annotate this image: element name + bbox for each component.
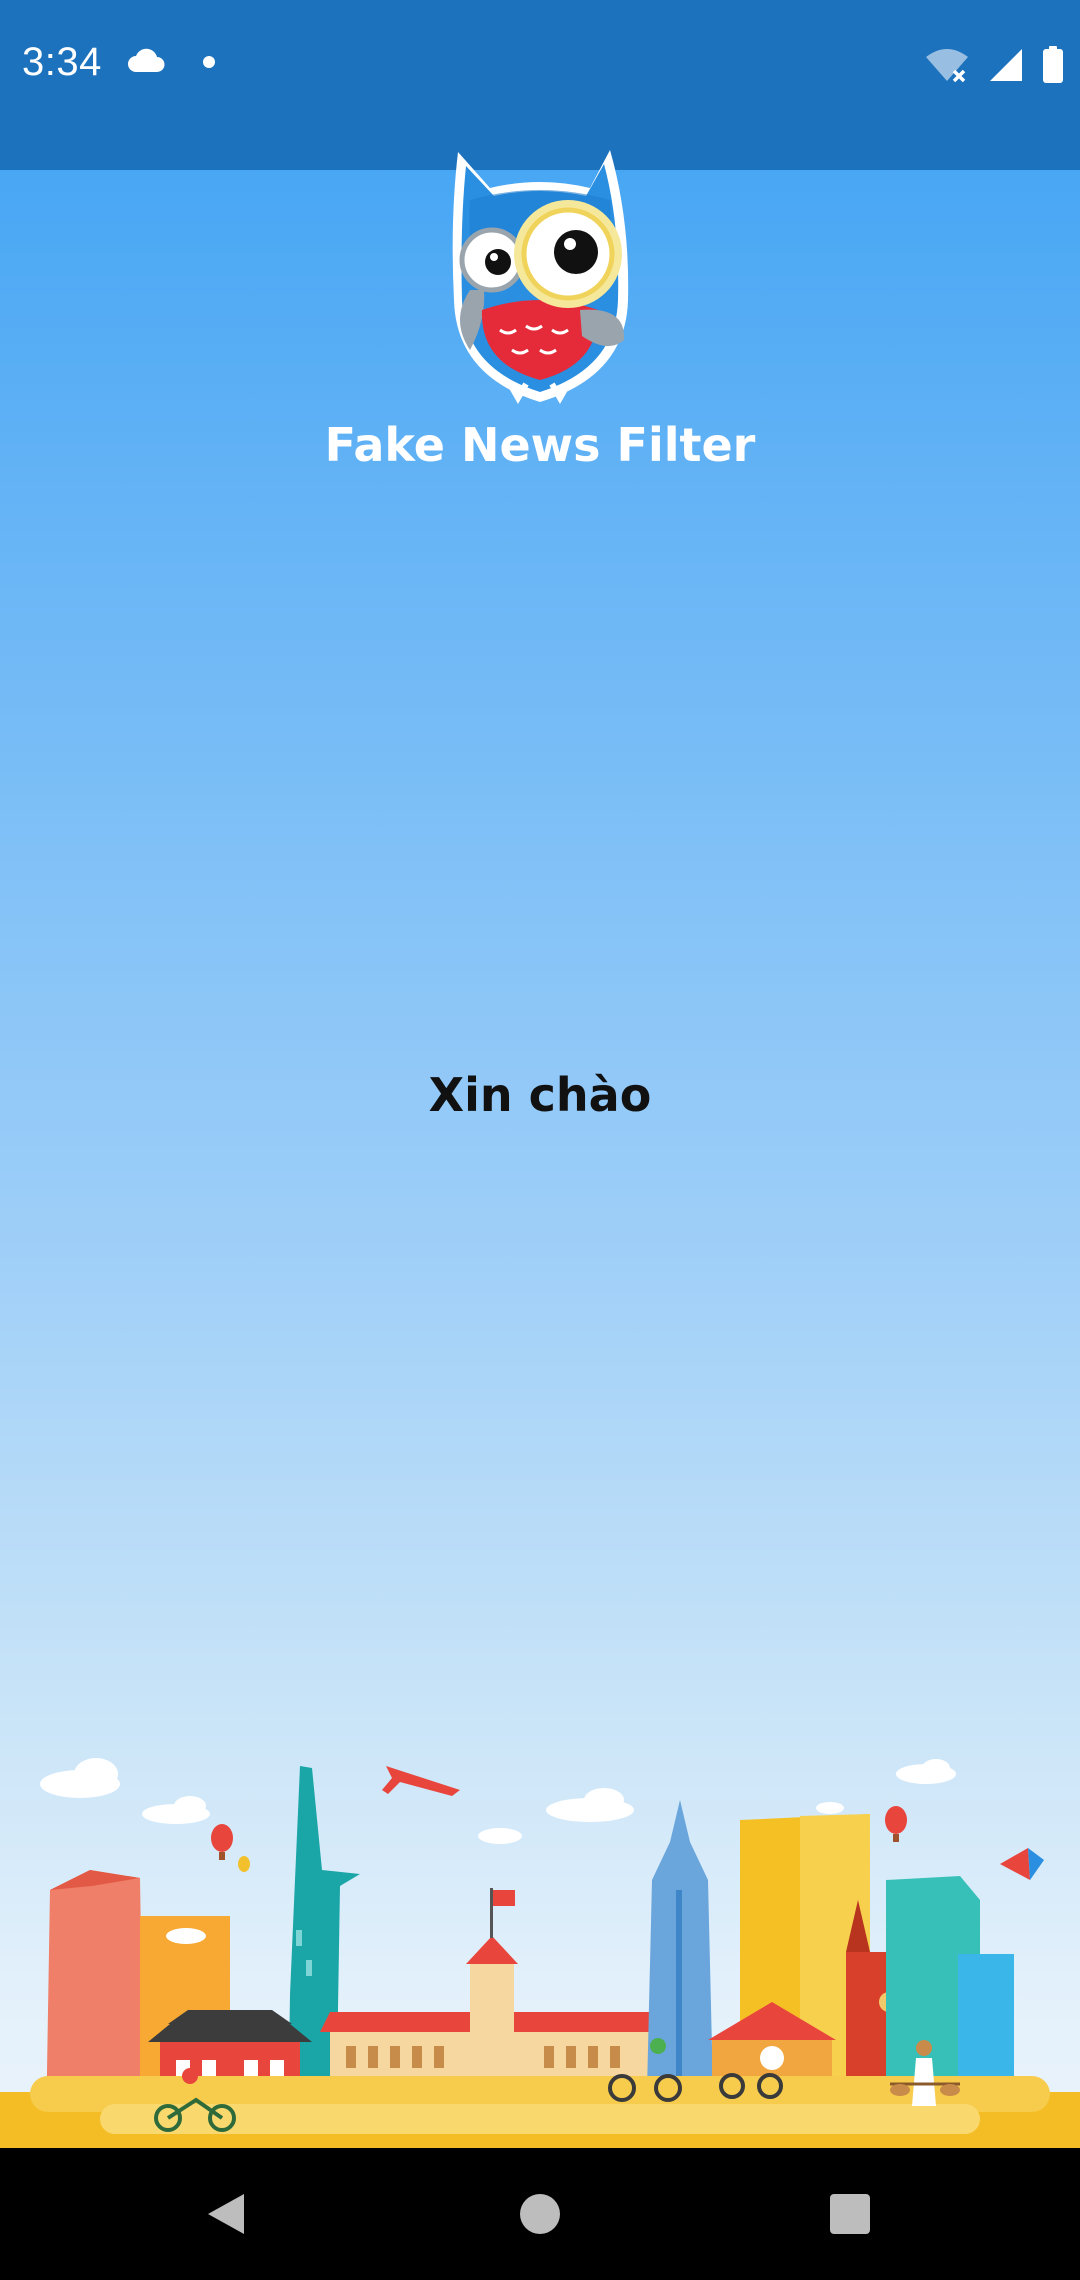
app-title: Fake News Filter <box>324 418 756 472</box>
battery-icon <box>1042 46 1064 88</box>
status-icons-left <box>126 48 216 78</box>
city-skyline-illustration <box>0 1740 1080 2148</box>
back-icon[interactable] <box>196 2184 256 2244</box>
home-icon[interactable] <box>510 2184 570 2244</box>
status-time: 3:34 <box>22 40 102 84</box>
navigation-bar <box>0 2148 1080 2280</box>
owl-magnifier-logo <box>430 140 650 410</box>
cloud-icon <box>126 48 166 78</box>
dot-icon <box>202 54 216 73</box>
wifi-off-icon <box>924 47 970 87</box>
greeting-text: Xin chào <box>428 1068 652 1122</box>
status-icons-right <box>924 46 1064 88</box>
signal-icon <box>988 47 1024 87</box>
recents-icon[interactable] <box>820 2184 880 2244</box>
